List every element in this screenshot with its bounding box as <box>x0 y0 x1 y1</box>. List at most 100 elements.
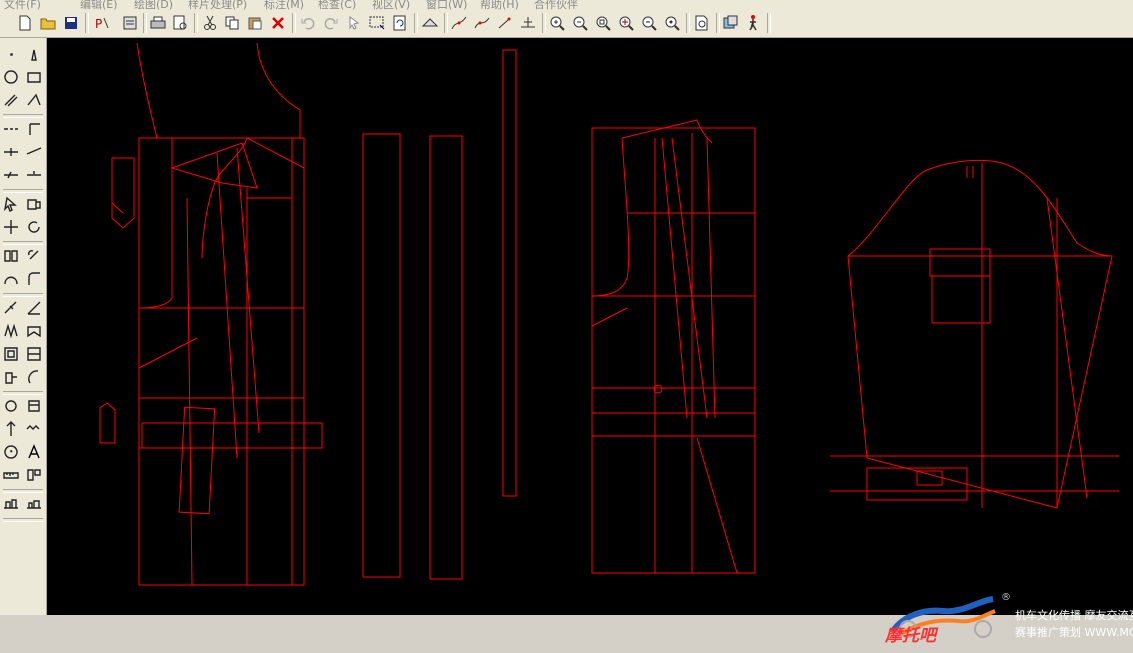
split-line-icon[interactable] <box>1 142 21 162</box>
dash-line-icon[interactable] <box>1 119 21 139</box>
print-preview-icon[interactable] <box>170 13 190 33</box>
zoom-in-icon[interactable] <box>547 13 567 33</box>
chamfer-icon[interactable] <box>24 298 44 318</box>
button-icon[interactable] <box>1 396 21 416</box>
marker-icon[interactable] <box>24 494 44 514</box>
seam-icon[interactable] <box>1 344 21 364</box>
notch-icon[interactable] <box>24 165 44 185</box>
move-icon[interactable] <box>1 217 21 237</box>
measure-icon[interactable] <box>420 13 440 33</box>
link-icon[interactable] <box>24 246 44 266</box>
cut-table-icon[interactable] <box>1 494 21 514</box>
circle-icon[interactable] <box>1 67 21 87</box>
cuff-tab-button <box>916 470 943 486</box>
sleeve-patch-body <box>931 275 991 324</box>
front-dart-line-1 <box>216 152 238 459</box>
zoom-prev-icon[interactable] <box>639 13 659 33</box>
belt-strip <box>502 49 517 497</box>
facing-strip-2 <box>429 135 463 580</box>
drill-icon[interactable] <box>1 442 21 462</box>
refresh-icon[interactable] <box>390 13 410 33</box>
pleat-icon[interactable] <box>1 321 21 341</box>
save-icon[interactable] <box>61 13 81 33</box>
point-icon[interactable] <box>1 44 21 64</box>
menu-view[interactable]: 视区(V) <box>372 0 410 10</box>
pattern-canvas[interactable]: ® 摩托吧 机车文化传播 摩友交流互助 赛事推广策划 WWW.MOTO8.CN <box>47 38 1133 646</box>
point-tool-icon[interactable] <box>495 13 515 33</box>
sleeve-patch-top <box>929 248 991 277</box>
copy-icon[interactable] <box>222 13 242 33</box>
properties-icon[interactable]: P <box>92 13 112 33</box>
tool-separator <box>3 293 43 297</box>
menu-partners[interactable]: 合作伙伴 <box>534 0 578 10</box>
layers-icon[interactable] <box>721 13 741 33</box>
back-panel-outline <box>591 127 756 574</box>
pocket-icon[interactable] <box>24 396 44 416</box>
fold-icon[interactable] <box>24 321 44 341</box>
extend-line-icon[interactable] <box>24 142 44 162</box>
walk-icon[interactable] <box>743 13 763 33</box>
menu-help[interactable]: 帮助(H) <box>480 0 519 10</box>
cut-icon[interactable] <box>200 13 220 33</box>
menu-edit[interactable]: 编辑(E) <box>80 0 118 10</box>
zigzag-icon[interactable] <box>24 419 44 439</box>
ruler-icon[interactable] <box>1 465 21 485</box>
open-icon[interactable] <box>38 13 58 33</box>
arc-icon[interactable] <box>24 367 44 387</box>
pen-icon[interactable] <box>24 44 44 64</box>
piece-out-icon[interactable] <box>1 367 21 387</box>
rectangle-icon[interactable] <box>24 67 44 87</box>
align-tool-icon[interactable] <box>518 13 538 33</box>
new-icon[interactable] <box>15 13 35 33</box>
print-icon[interactable] <box>148 13 168 33</box>
dart-icon[interactable] <box>1 165 21 185</box>
menu-window[interactable]: 窗口(W) <box>426 0 467 10</box>
dart-shape <box>170 142 258 189</box>
tool-separator <box>3 489 43 493</box>
cut-piece-icon[interactable] <box>24 344 44 364</box>
small-piece-2 <box>99 402 116 444</box>
find-icon[interactable] <box>692 13 712 33</box>
undo-icon[interactable] <box>298 13 318 33</box>
mirror-icon[interactable] <box>1 246 21 266</box>
zoom-window-icon[interactable] <box>616 13 636 33</box>
rotate-icon[interactable] <box>24 217 44 237</box>
front-armhole <box>138 138 173 309</box>
tool-separator <box>3 241 43 245</box>
zoom-fit-icon[interactable] <box>593 13 613 33</box>
pattern-drawing <box>99 42 1119 586</box>
back-dart-3 <box>706 137 716 419</box>
zoom-all-icon[interactable] <box>662 13 682 33</box>
grain-icon[interactable] <box>1 419 21 439</box>
tool-separator <box>3 189 43 193</box>
back-dart-1 <box>661 137 688 419</box>
front-side-curve <box>201 137 248 259</box>
pointer-icon[interactable] <box>1 194 21 214</box>
curve-tool-icon[interactable] <box>449 13 469 33</box>
menu-draw[interactable]: 绘图(D) <box>134 0 173 10</box>
corner-icon[interactable] <box>24 269 44 289</box>
menu-piece[interactable]: 样片处理(P) <box>188 0 247 10</box>
curve-edit-icon[interactable] <box>472 13 492 33</box>
select-region-icon[interactable] <box>367 13 387 33</box>
angle-icon[interactable] <box>24 90 44 110</box>
curve-fit-icon[interactable] <box>1 269 21 289</box>
right-angle-icon[interactable] <box>24 119 44 139</box>
delete-icon[interactable] <box>268 13 288 33</box>
piece-icon[interactable] <box>24 194 44 214</box>
back-side-line <box>696 437 738 574</box>
parallel-icon[interactable] <box>1 90 21 110</box>
menu-file[interactable]: 文件(F) <box>4 0 41 10</box>
redo-icon[interactable] <box>321 13 341 33</box>
layout-icon[interactable] <box>24 465 44 485</box>
trim-icon[interactable] <box>1 298 21 318</box>
menu-mark[interactable]: 标注(M) <box>264 0 304 10</box>
paste-icon[interactable] <box>245 13 265 33</box>
grade-icon[interactable] <box>120 13 140 33</box>
text-icon[interactable] <box>24 442 44 462</box>
pocket-flap <box>141 422 323 449</box>
menu-check[interactable]: 检查(C) <box>318 0 356 10</box>
front-panel-outline <box>138 137 305 586</box>
zoom-out-icon[interactable] <box>570 13 590 33</box>
select-all-icon[interactable] <box>344 13 364 33</box>
